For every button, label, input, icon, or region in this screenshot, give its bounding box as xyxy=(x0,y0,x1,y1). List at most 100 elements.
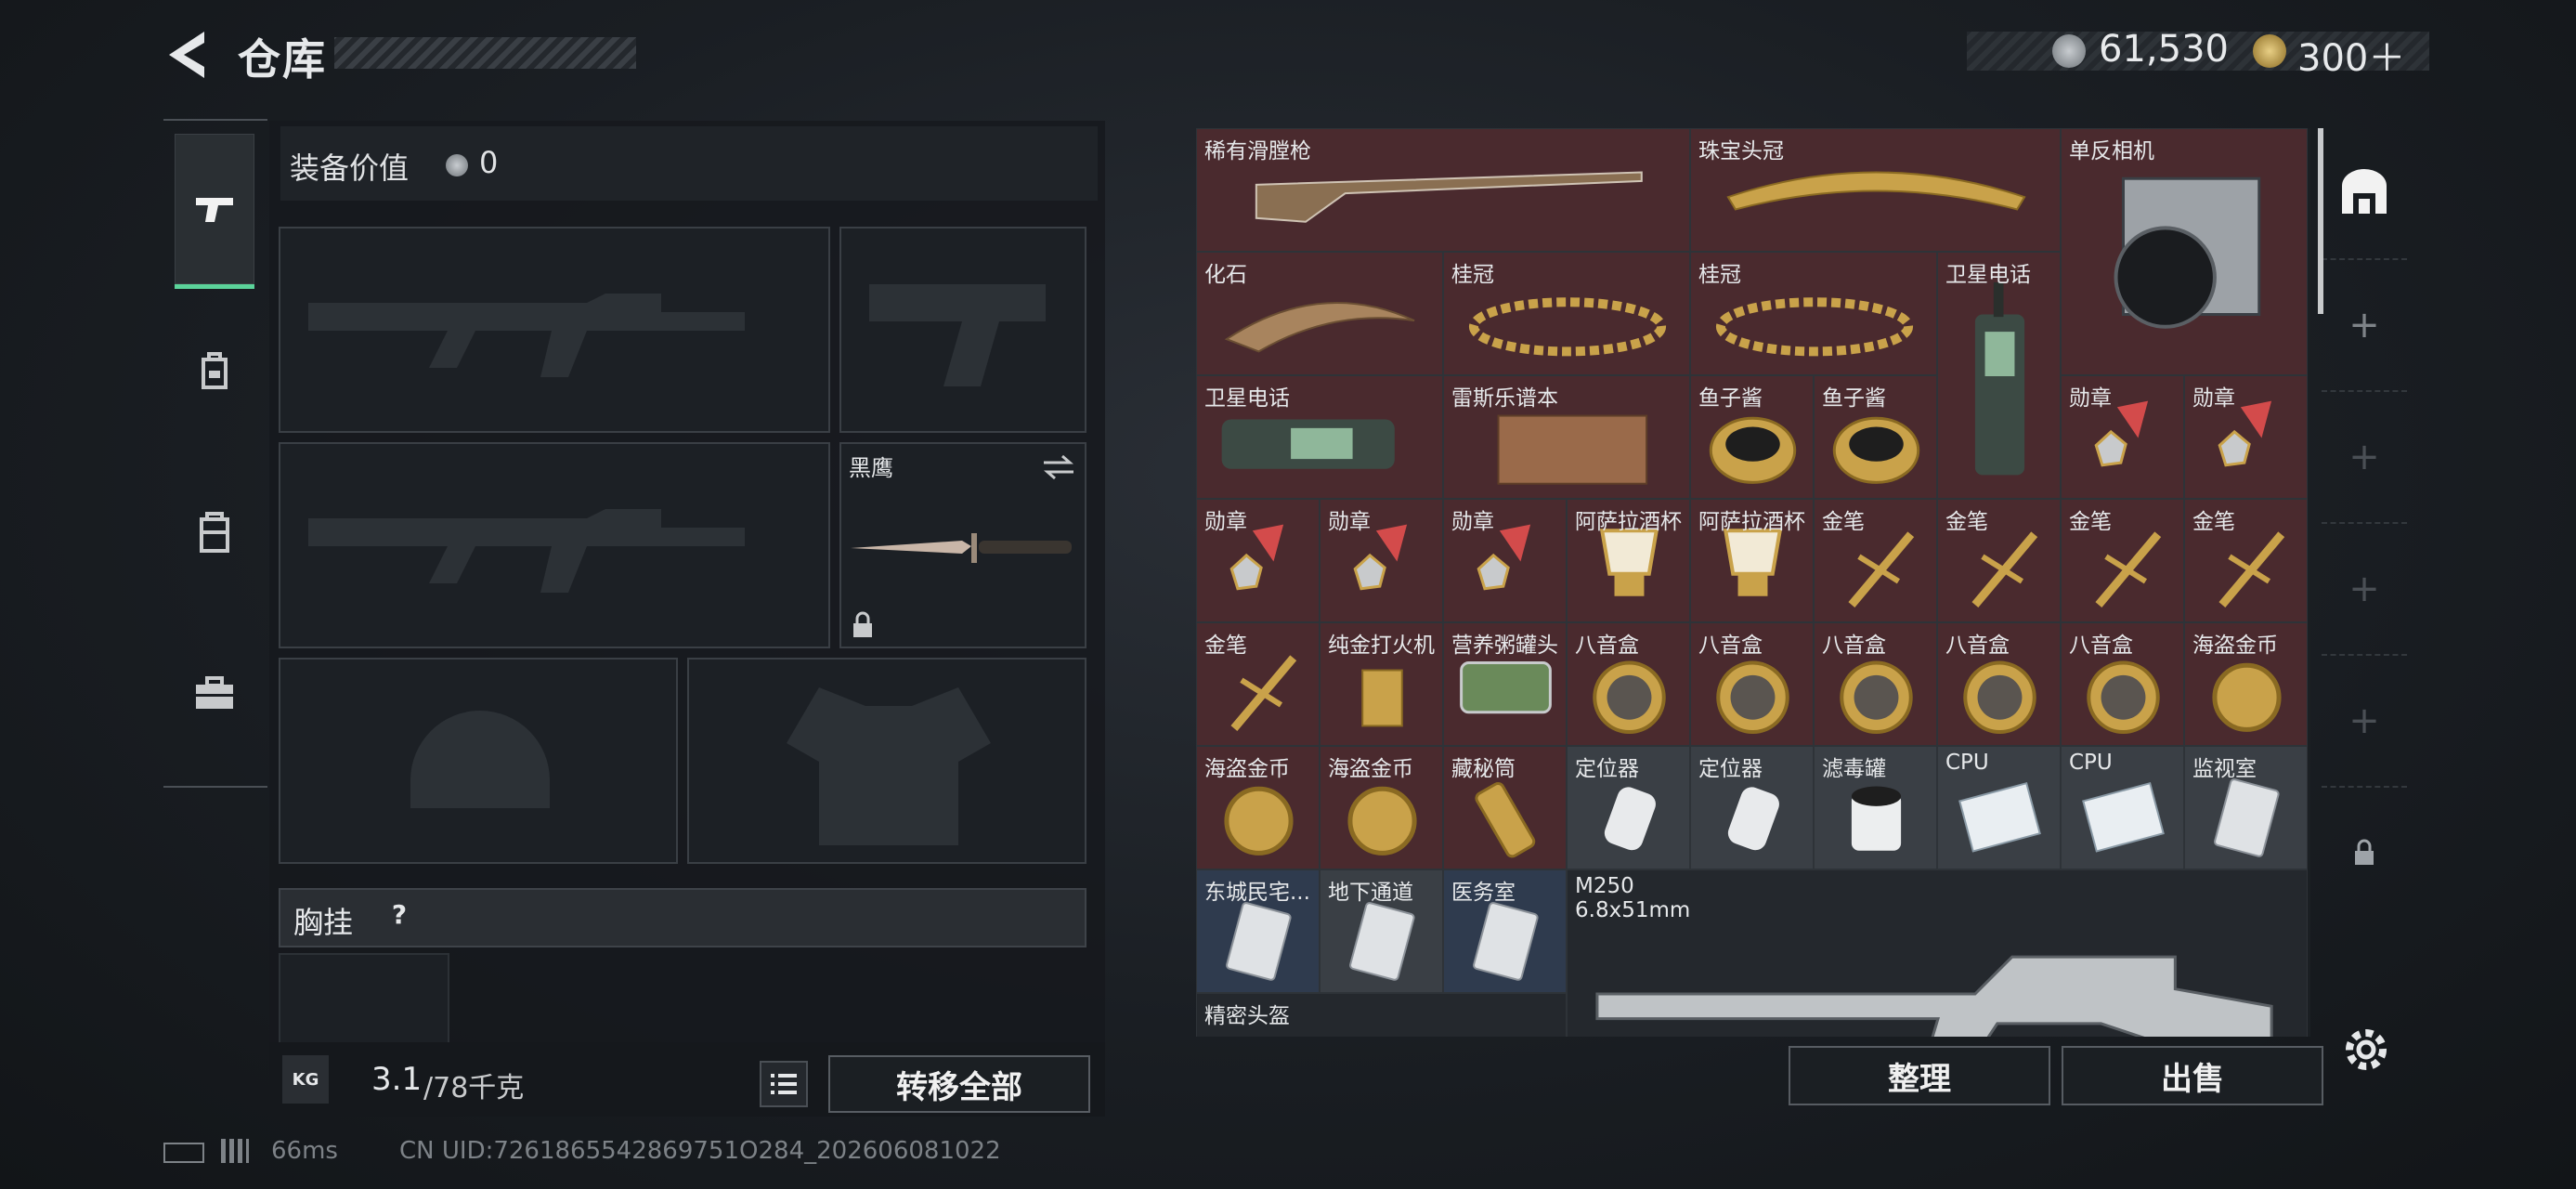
silver-coin-icon xyxy=(446,154,468,176)
stash-item[interactable]: 鱼子酱 xyxy=(1814,375,1937,499)
stash-item[interactable]: 海盗金币 xyxy=(1320,746,1443,869)
stash-item[interactable]: 金笔 xyxy=(1814,499,1937,622)
stash-item-label: 勋章 xyxy=(2192,386,2235,411)
stash-item[interactable]: 海盗金币 xyxy=(1196,746,1320,869)
chest-rig-slot[interactable] xyxy=(279,953,449,1046)
stash-item[interactable]: 东城民宅... xyxy=(1196,869,1320,993)
stash-item[interactable]: CPU xyxy=(1937,746,2061,869)
stash-item[interactable]: 精密头盔 xyxy=(1196,993,1567,1037)
helmet-slot[interactable] xyxy=(279,658,678,864)
stash-item-label: 桂冠 xyxy=(1451,263,1494,287)
swap-icon[interactable] xyxy=(1042,453,1075,481)
sell-button[interactable]: 出售 xyxy=(2062,1046,2323,1105)
add-stash-tab-button[interactable]: + xyxy=(2322,656,2407,788)
stash-item[interactable]: 八音盒 xyxy=(1567,622,1690,746)
stash-item-label: 金笔 xyxy=(1945,510,1988,534)
stash-item[interactable]: 纯金打火机 xyxy=(1320,622,1443,746)
toolbox-icon xyxy=(196,676,233,709)
stash-item[interactable]: 化石 xyxy=(1196,252,1443,375)
stash-item[interactable]: 勋章 xyxy=(1196,499,1320,622)
stash-item[interactable]: 八音盒 xyxy=(1814,622,1937,746)
stash-item[interactable]: 滤毒罐 xyxy=(1814,746,1937,869)
stash-item-label: 滤毒罐 xyxy=(1822,757,1886,781)
armor-slot[interactable] xyxy=(687,658,1086,864)
stash-item[interactable]: 鱼子酱 xyxy=(1690,375,1814,499)
stash-item[interactable]: 阿萨拉酒杯 xyxy=(1567,499,1690,622)
help-icon[interactable]: ? xyxy=(381,899,418,936)
chest-rig-header: 胸挂 ? xyxy=(279,888,1086,947)
stash-item-label: 八音盒 xyxy=(2069,634,2133,658)
stash-item[interactable]: 勋章 xyxy=(2061,375,2184,499)
page-title: 仓库 xyxy=(238,34,327,85)
stash-item[interactable]: 八音盒 xyxy=(2061,622,2184,746)
stash-item[interactable]: 桂冠 xyxy=(1443,252,1690,375)
stash-item-label: CPU xyxy=(2069,751,2113,775)
case-icon xyxy=(200,512,229,553)
tab-weapons[interactable] xyxy=(175,134,254,289)
sort-button[interactable]: 整理 xyxy=(1789,1046,2050,1105)
primary-weapon-slot[interactable] xyxy=(279,227,830,433)
list-view-button[interactable] xyxy=(760,1061,808,1107)
stash-item[interactable]: 金笔 xyxy=(1937,499,2061,622)
stash-item-label: CPU xyxy=(1945,751,1989,775)
stash-item[interactable]: 监视室 xyxy=(2184,746,2308,869)
stash-item[interactable]: 卫星电话 xyxy=(1196,375,1443,499)
stash-item-label: 海盗金币 xyxy=(1204,757,1290,781)
stash-item[interactable]: 金笔 xyxy=(2184,499,2308,622)
stash-item[interactable]: 海盗金币 xyxy=(2184,622,2308,746)
gear-icon xyxy=(2346,1029,2387,1070)
knife-icon xyxy=(851,533,1072,563)
stash-item[interactable]: 单反相机 xyxy=(2061,128,2308,375)
stash-item[interactable]: 勋章 xyxy=(1320,499,1443,622)
backpack-icon xyxy=(202,352,228,389)
stash-item-label: 藏秘筒 xyxy=(1451,757,1516,781)
stash-item[interactable]: 定位器 xyxy=(1690,746,1814,869)
transfer-all-button[interactable]: 转移全部 xyxy=(828,1055,1090,1113)
settings-button[interactable] xyxy=(2340,1024,2392,1079)
stash-item[interactable]: 营养粥罐头 xyxy=(1443,622,1567,746)
silver-amount: 61,530 xyxy=(2099,28,2229,71)
stash-item[interactable]: 勋章 xyxy=(2184,375,2308,499)
melee-slot[interactable]: 黑鹰 xyxy=(839,442,1086,648)
stash-grid: 稀有滑膛枪 珠宝头冠 单反相机 化石 桂冠 桂冠 卫星电话 卫星电话 雷斯乐谱本 鱼子酱 鱼子酱 勋章… xyxy=(1196,128,2310,1037)
weight-current: 3.1 xyxy=(371,1061,423,1098)
stash-item[interactable]: 勋章 xyxy=(1443,499,1567,622)
stash-item-label: 海盗金币 xyxy=(2192,634,2278,658)
stash-item[interactable]: 藏秘筒 xyxy=(1443,746,1567,869)
stash-item[interactable]: 阿萨拉酒杯 xyxy=(1690,499,1814,622)
stash-item[interactable]: 稀有滑膛枪 xyxy=(1196,128,1690,252)
stash-item[interactable]: 雷斯乐谱本 xyxy=(1443,375,1690,499)
tab-gear[interactable] xyxy=(175,295,254,446)
stash-item[interactable]: CPU xyxy=(2061,746,2184,869)
stash-item[interactable]: 桂冠 xyxy=(1690,252,1937,375)
stash-item[interactable]: 金笔 xyxy=(2061,499,2184,622)
stash-item-label: 纯金打火机 xyxy=(1328,634,1435,658)
add-stash-tab-button[interactable]: + xyxy=(2322,260,2407,392)
add-stash-tab-button[interactable]: + xyxy=(2322,524,2407,656)
stash-tab-main[interactable] xyxy=(2322,128,2407,260)
stash-item[interactable]: M250 6.8x51mm xyxy=(1567,869,2308,1037)
secondary-weapon-slot[interactable] xyxy=(279,442,830,648)
plus-icon: + xyxy=(2348,436,2380,478)
stash-item[interactable]: 金笔 xyxy=(1196,622,1320,746)
stash-item[interactable]: 定位器 xyxy=(1567,746,1690,869)
sat-phone-icon xyxy=(1974,281,2025,476)
stash-item[interactable]: 医务室 xyxy=(1443,869,1567,993)
add-stash-tab-button[interactable]: + xyxy=(2322,392,2407,524)
stash-item[interactable]: 八音盒 xyxy=(1690,622,1814,746)
rifle-silhouette-icon xyxy=(308,509,745,593)
stash-scrollbar[interactable] xyxy=(2318,128,2323,314)
stash-item-label: 八音盒 xyxy=(1945,634,2010,658)
back-button[interactable] xyxy=(163,28,208,82)
gold-amount[interactable]: 300＋ xyxy=(2297,28,2405,82)
stash-item-label: 八音盒 xyxy=(1822,634,1886,658)
stash-item-label: 监视室 xyxy=(2192,757,2257,781)
tab-toolbox[interactable] xyxy=(175,619,254,769)
stash-item-label: 东城民宅... xyxy=(1204,881,1310,905)
tab-containers[interactable] xyxy=(175,457,254,608)
pistol-slot[interactable] xyxy=(839,227,1086,433)
stash-item[interactable]: 珠宝头冠 xyxy=(1690,128,2061,252)
stash-item[interactable]: 地下通道 xyxy=(1320,869,1443,993)
stash-item[interactable]: 卫星电话 xyxy=(1937,252,2061,499)
stash-item[interactable]: 八音盒 xyxy=(1937,622,2061,746)
